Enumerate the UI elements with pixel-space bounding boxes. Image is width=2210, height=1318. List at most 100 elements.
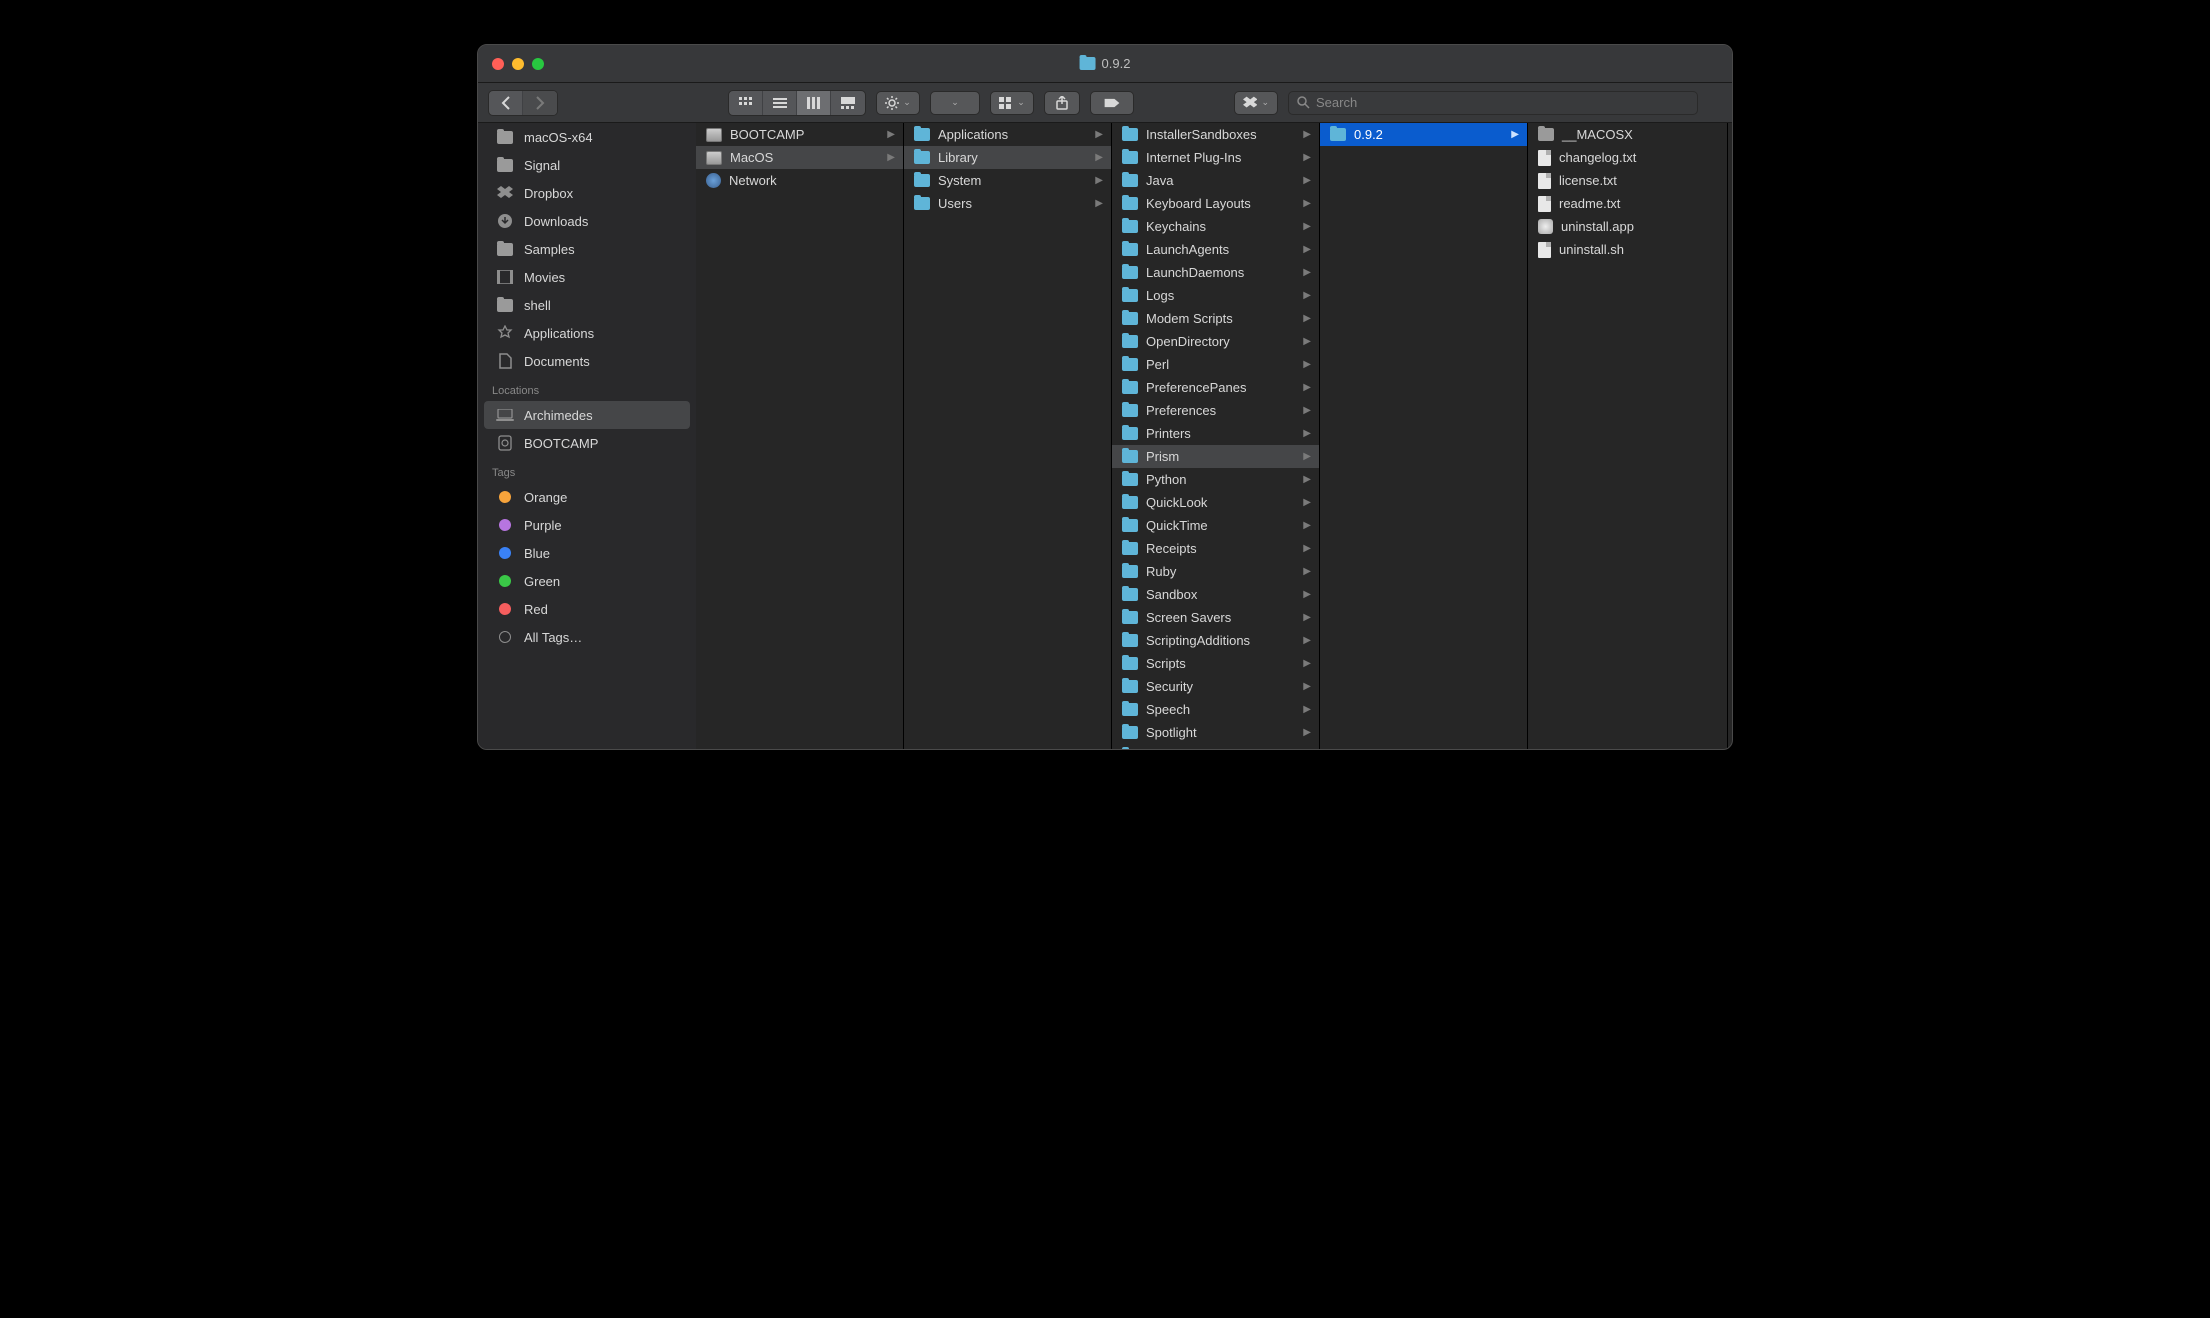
minimize-button[interactable] — [512, 58, 524, 70]
sidebar-tag-item[interactable]: Green — [478, 567, 696, 595]
file-row[interactable]: Keyboard Layouts▶ — [1112, 192, 1319, 215]
file-row[interactable]: Screen Savers▶ — [1112, 606, 1319, 629]
file-row[interactable]: Sandbox▶ — [1112, 583, 1319, 606]
sidebar-item[interactable]: Samples — [478, 235, 696, 263]
file-row[interactable]: changelog.txt — [1528, 146, 1727, 169]
file-row[interactable]: Spotlight▶ — [1112, 721, 1319, 744]
title-text: 0.9.2 — [1102, 56, 1131, 71]
file-row[interactable]: QuickTime▶ — [1112, 514, 1319, 537]
file-row[interactable]: InstallerSandboxes▶ — [1112, 123, 1319, 146]
file-name: __MACOSX — [1562, 127, 1633, 142]
file-name: Scripts — [1146, 656, 1186, 671]
file-row[interactable]: Perl▶ — [1112, 353, 1319, 376]
sidebar-item[interactable]: macOS-x64 — [478, 123, 696, 151]
file-row[interactable]: QuickLook▶ — [1112, 491, 1319, 514]
file-row[interactable]: Preferences▶ — [1112, 399, 1319, 422]
folder-icon — [496, 297, 514, 313]
sidebar-item[interactable]: Movies — [478, 263, 696, 291]
chevron-right-icon: ▶ — [1303, 543, 1311, 554]
arrange-button[interactable]: ⌄ — [990, 91, 1034, 115]
sidebar-item[interactable]: shell — [478, 291, 696, 319]
file-row[interactable]: Keychains▶ — [1112, 215, 1319, 238]
search-input[interactable] — [1316, 95, 1689, 110]
sidebar-item[interactable]: Dropbox — [478, 179, 696, 207]
file-row[interactable]: OpenDirectory▶ — [1112, 330, 1319, 353]
icon-view-button[interactable] — [729, 91, 763, 115]
file-row[interactable]: Prism▶ — [1112, 445, 1319, 468]
chevron-right-icon: ▶ — [1095, 175, 1103, 186]
file-row[interactable]: ScriptingAdditions▶ — [1112, 629, 1319, 652]
file-row[interactable]: Java▶ — [1112, 169, 1319, 192]
file-row[interactable]: Modem Scripts▶ — [1112, 307, 1319, 330]
file-row[interactable]: LaunchDaemons▶ — [1112, 261, 1319, 284]
share-icon — [1056, 96, 1068, 110]
file-row[interactable]: PreferencePanes▶ — [1112, 376, 1319, 399]
sidebar-item[interactable]: Signal — [478, 151, 696, 179]
file-row[interactable]: BOOTCAMP▶ — [696, 123, 903, 146]
sidebar-label: Blue — [524, 546, 550, 561]
file-row[interactable]: LaunchAgents▶ — [1112, 238, 1319, 261]
chevron-right-icon: ▶ — [1303, 267, 1311, 278]
downloads-icon — [496, 213, 514, 229]
tag-all-icon — [499, 631, 511, 643]
sidebar-item[interactable]: BOOTCAMP — [478, 429, 696, 457]
sidebar-tag-item[interactable]: All Tags… — [478, 623, 696, 651]
sidebar-section-header: Tags — [478, 457, 696, 483]
file-row[interactable]: Receipts▶ — [1112, 537, 1319, 560]
sidebar-tag-item[interactable]: Blue — [478, 539, 696, 567]
file-row[interactable]: Printers▶ — [1112, 422, 1319, 445]
tags-button[interactable] — [1090, 91, 1134, 115]
sidebar-item[interactable]: Documents — [478, 347, 696, 375]
sidebar-item[interactable]: Applications — [478, 319, 696, 347]
file-name: Users — [938, 196, 972, 211]
gear-icon — [885, 96, 899, 110]
file-row[interactable]: readme.txt — [1528, 192, 1727, 215]
chevron-right-icon: ▶ — [1303, 244, 1311, 255]
file-name: Printers — [1146, 426, 1191, 441]
file-name: uninstall.sh — [1559, 242, 1624, 257]
file-row[interactable]: Python▶ — [1112, 468, 1319, 491]
file-row[interactable]: Internet Plug-Ins▶ — [1112, 146, 1319, 169]
file-row[interactable]: System▶ — [904, 169, 1111, 192]
file-row[interactable]: Applications▶ — [904, 123, 1111, 146]
dropdown-button[interactable]: ⌄ — [930, 91, 980, 115]
chevron-down-icon: ⌄ — [1017, 97, 1025, 108]
folder-icon — [914, 151, 930, 164]
file-row[interactable]: Users▶ — [904, 192, 1111, 215]
share-button[interactable] — [1044, 91, 1080, 115]
file-row[interactable]: Scripts▶ — [1112, 652, 1319, 675]
toolbar: ⌄ ⌄ ⌄ ⌄ — [478, 83, 1732, 123]
file-row[interactable]: uninstall.app — [1528, 215, 1727, 238]
file-row[interactable]: __MACOSX — [1528, 123, 1727, 146]
dropbox-button[interactable]: ⌄ — [1234, 91, 1278, 115]
folder-icon — [1122, 473, 1138, 486]
list-view-button[interactable] — [763, 91, 797, 115]
file-row[interactable]: Logs▶ — [1112, 284, 1319, 307]
file-row[interactable]: StagedDri…xtensions▶ — [1112, 744, 1319, 749]
chevron-right-icon: ▶ — [1303, 290, 1311, 301]
close-button[interactable] — [492, 58, 504, 70]
sidebar-item[interactable]: Downloads — [478, 207, 696, 235]
sidebar-tag-item[interactable]: Purple — [478, 511, 696, 539]
gallery-view-button[interactable] — [831, 91, 865, 115]
chevron-right-icon: ▶ — [1303, 451, 1311, 462]
sidebar-tag-item[interactable]: Orange — [478, 483, 696, 511]
column-view-button[interactable] — [797, 91, 831, 115]
file-row[interactable]: Speech▶ — [1112, 698, 1319, 721]
file-row[interactable]: Security▶ — [1112, 675, 1319, 698]
file-row[interactable]: license.txt — [1528, 169, 1727, 192]
file-row[interactable]: MacOS▶ — [696, 146, 903, 169]
file-row[interactable]: uninstall.sh — [1528, 238, 1727, 261]
search-field[interactable] — [1288, 91, 1698, 115]
column: BOOTCAMP▶MacOS▶Network — [696, 123, 904, 749]
file-row[interactable]: Network — [696, 169, 903, 192]
file-row[interactable]: 0.9.2▶ — [1320, 123, 1527, 146]
file-row[interactable]: Ruby▶ — [1112, 560, 1319, 583]
action-menu-button[interactable]: ⌄ — [876, 91, 920, 115]
forward-button[interactable] — [523, 91, 557, 115]
back-button[interactable] — [489, 91, 523, 115]
zoom-button[interactable] — [532, 58, 544, 70]
sidebar-item[interactable]: Archimedes — [484, 401, 690, 429]
sidebar-tag-item[interactable]: Red — [478, 595, 696, 623]
file-row[interactable]: Library▶ — [904, 146, 1111, 169]
